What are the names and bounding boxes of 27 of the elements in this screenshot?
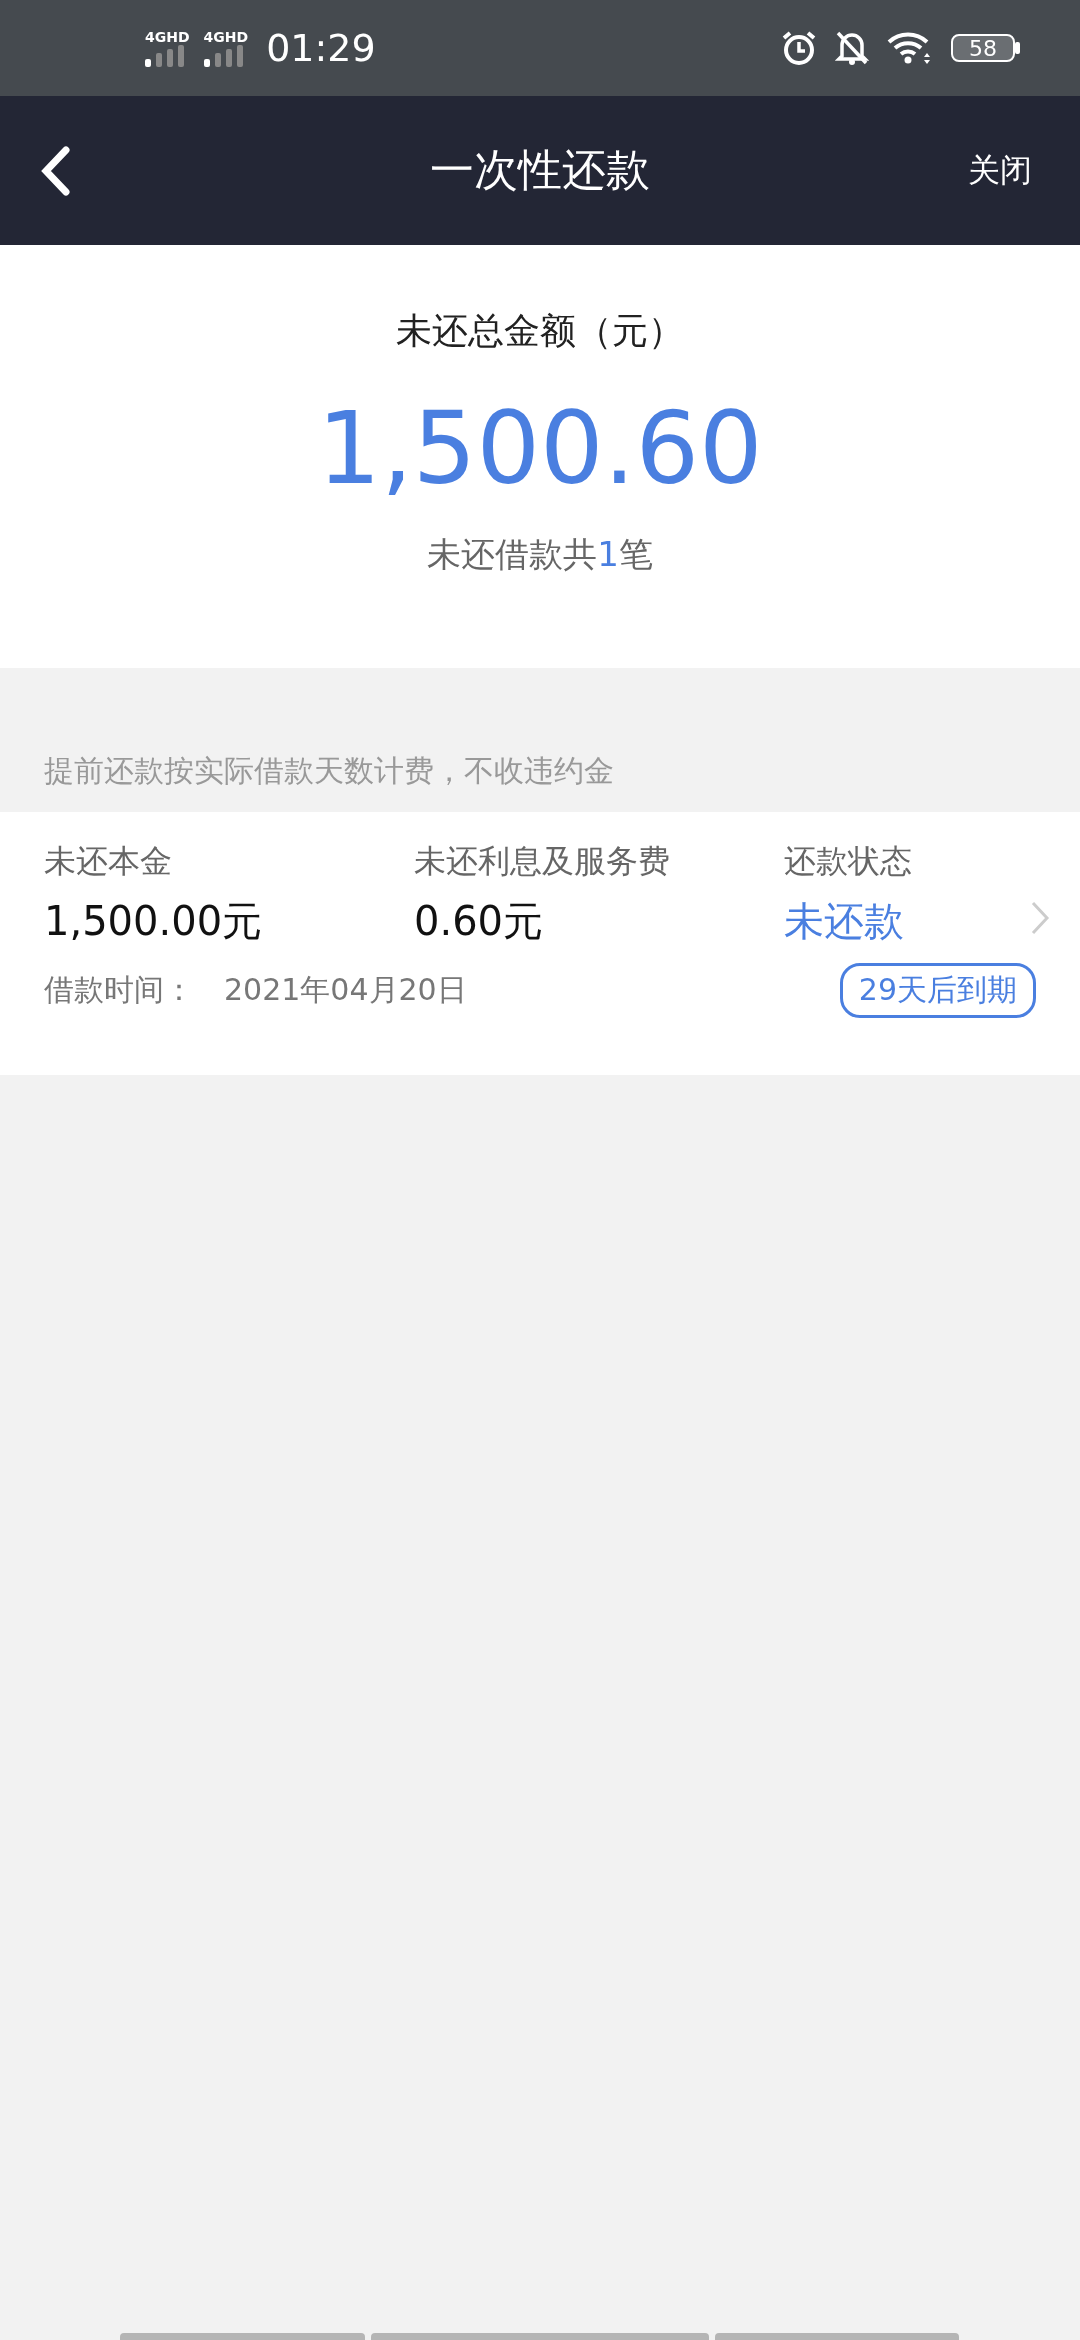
chevron-icon xyxy=(1030,900,1050,936)
network-label: 4GHD xyxy=(145,29,190,45)
signal-icon xyxy=(145,45,185,67)
loan-card[interactable]: 未还本金 1,500.00元 未还利息及服务费 0.60元 还款状态 未还款 借款时间： 2021年04月20日 29天后到期 xyxy=(0,812,1080,1075)
battery-level: 58 xyxy=(951,34,1015,62)
field-value: 未还款 xyxy=(784,897,905,946)
field-label: 未还本金 xyxy=(44,841,173,882)
field-label: 还款状态 xyxy=(784,841,912,882)
total-label: 未还总金额（元） xyxy=(396,309,684,353)
network-label: 4GHD xyxy=(203,29,249,45)
field-label: 未还利息及服务费 xyxy=(414,841,671,882)
tip-text: 提前还款按实际借款天数计费，不收违约金 xyxy=(44,752,614,790)
close-button[interactable]: 关闭 xyxy=(968,148,1032,193)
back-icon[interactable] xyxy=(40,145,70,196)
alarm-clock-icon xyxy=(781,30,817,66)
field-value: 1,500.00元 xyxy=(44,897,264,946)
field-value: 0.60元 xyxy=(414,897,545,946)
page-title: 一次性还款 xyxy=(430,144,650,195)
loan-count: 未还借款共1笔 xyxy=(427,533,653,576)
date-label: 借款时间： xyxy=(44,971,194,1009)
total-amount: 1,500.60 xyxy=(317,394,763,504)
wifi-icon xyxy=(887,31,933,65)
loan-date: 2021年04月20日 xyxy=(224,971,467,1009)
clock-time: 01:29 xyxy=(266,26,376,70)
due-badge: 29天后到期 xyxy=(839,963,1036,1018)
muted-bell-icon xyxy=(835,30,869,66)
signal-icon xyxy=(203,45,244,67)
